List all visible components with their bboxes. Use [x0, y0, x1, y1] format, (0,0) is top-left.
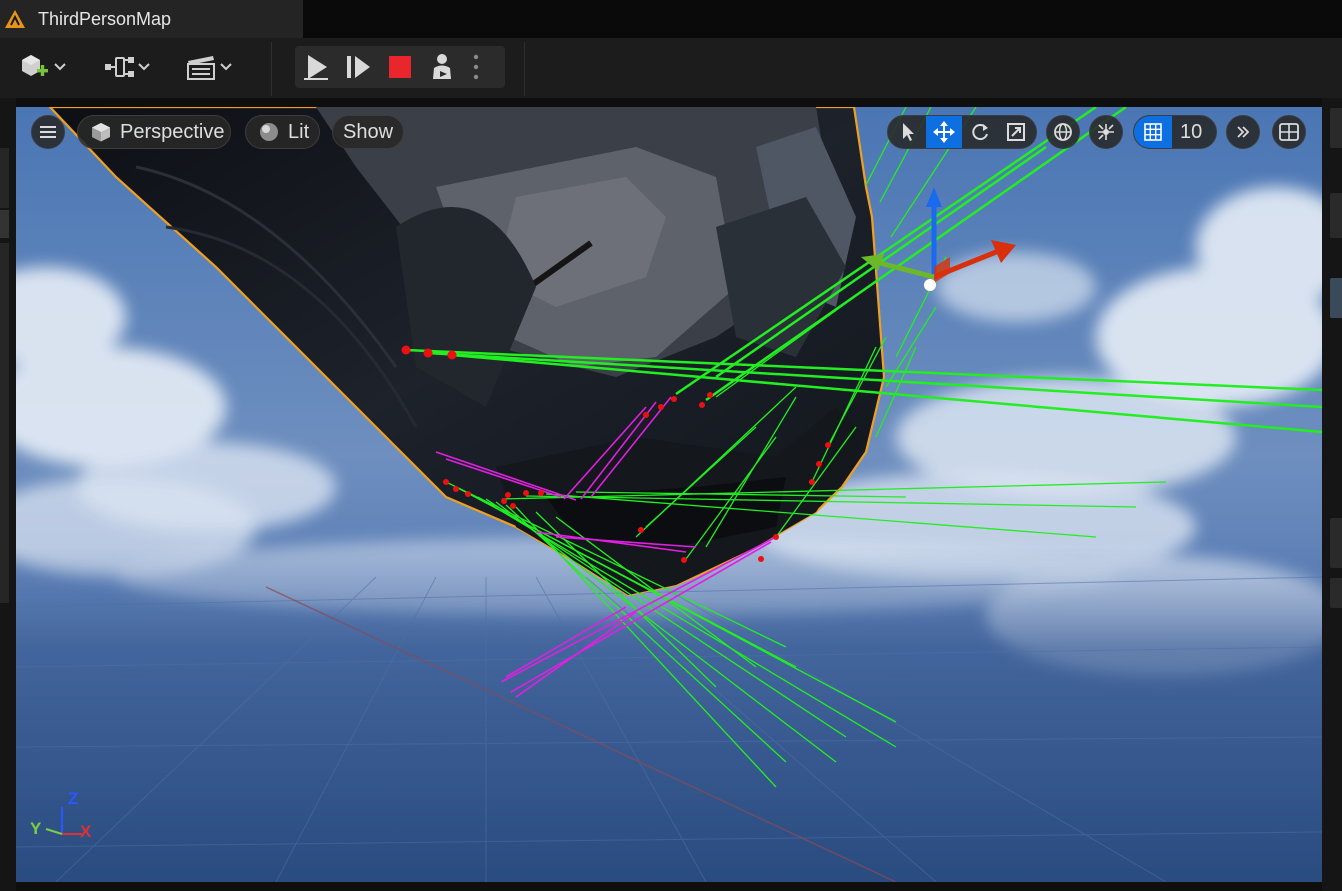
- collapse-arrow-icon[interactable]: [1330, 193, 1342, 238]
- viewport-layout-button[interactable]: [1272, 115, 1306, 149]
- viewport-scene[interactable]: [16, 107, 1322, 882]
- chevron-down-icon: [138, 63, 150, 71]
- stop-button[interactable]: [379, 46, 421, 88]
- blueprints-button[interactable]: [98, 46, 156, 88]
- step-frame-button[interactable]: [337, 46, 379, 88]
- show-flags-dropdown[interactable]: Show: [332, 115, 404, 149]
- stop-icon: [389, 56, 411, 78]
- select-tool-button[interactable]: [890, 116, 926, 148]
- lighting-mode-dropdown[interactable]: Lit: [245, 115, 320, 149]
- lighting-mode-label: Lit: [288, 120, 310, 143]
- panel-tab[interactable]: [1330, 518, 1342, 568]
- add-actor-icon: [22, 55, 48, 76]
- more-viewport-options-button[interactable]: [1226, 115, 1260, 149]
- translate-tool-button[interactable]: [926, 116, 962, 148]
- level-tab-title: ThirdPersonMap: [38, 8, 172, 29]
- viewport-menu-button[interactable]: [31, 115, 65, 149]
- panel-scrollbar[interactable]: [0, 210, 9, 238]
- chevron-down-icon: [220, 63, 232, 71]
- ground-plane: [16, 547, 1322, 882]
- cinematics-icon: [187, 56, 215, 80]
- add-actor-button[interactable]: [14, 46, 72, 88]
- scale-tool-button[interactable]: [998, 116, 1034, 148]
- view-mode-dropdown[interactable]: Perspective: [77, 115, 231, 149]
- level-viewport[interactable]: Z X Y Perspective Lit Show 10: [16, 107, 1322, 882]
- double-chevron-right-icon: [1237, 126, 1250, 138]
- scale-icon: [1007, 123, 1025, 141]
- chevron-down-icon: [54, 63, 66, 71]
- rotate-tool-button[interactable]: [962, 116, 998, 148]
- show-flags-label: Show: [342, 120, 394, 143]
- document-tab-strip: ThirdPersonMap: [0, 0, 1342, 38]
- more-options-button[interactable]: [463, 46, 489, 88]
- possess-eject-icon: [433, 54, 451, 79]
- grid-snap-toggle[interactable]: [1134, 116, 1172, 148]
- more-options-icon: [473, 54, 479, 80]
- cube-icon: [92, 123, 110, 142]
- axis-x-label: X: [80, 822, 92, 841]
- translate-icon: [933, 121, 955, 143]
- details-panel-tab[interactable]: [1330, 108, 1342, 148]
- level-tab[interactable]: ThirdPersonMap: [0, 0, 303, 38]
- select-icon: [903, 123, 914, 141]
- view-mode-label: Perspective: [120, 120, 225, 143]
- quick-add-group: [14, 46, 238, 88]
- cinematics-button[interactable]: [180, 46, 238, 88]
- main-toolbar: [0, 38, 1342, 98]
- collapse-arrow-icon[interactable]: [1330, 278, 1342, 318]
- transform-tools: [887, 115, 1037, 149]
- unreal-warning-icon: [5, 10, 25, 28]
- panel-strip: [0, 243, 9, 603]
- toolbar-separator: [524, 42, 525, 96]
- axis-y-label: Y: [30, 819, 42, 838]
- blueprint-icon: [105, 57, 134, 77]
- play-icon: [304, 55, 328, 80]
- grid-snap-value: 10: [1180, 120, 1203, 143]
- play-button[interactable]: [295, 46, 337, 88]
- rotate-icon: [972, 124, 988, 141]
- lit-sphere-icon: [260, 123, 278, 141]
- right-panel-edge: [1322, 98, 1342, 891]
- hamburger-icon: [40, 126, 56, 138]
- panel-strip: [0, 148, 9, 208]
- layout-grid-icon: [1279, 123, 1299, 141]
- pin-icon[interactable]: [1330, 578, 1342, 608]
- grid-snap-control[interactable]: 10: [1133, 115, 1217, 149]
- surface-snapping-button[interactable]: [1089, 115, 1123, 149]
- toolbar-separator: [271, 42, 272, 96]
- left-panel-edge: [0, 98, 16, 891]
- coordinate-system-button[interactable]: [1046, 115, 1080, 149]
- surface-snap-icon: [1098, 124, 1114, 140]
- step-frame-icon: [347, 56, 370, 78]
- axis-z-label: Z: [68, 789, 79, 808]
- grid-icon: [1144, 123, 1162, 141]
- globe-icon: [1054, 123, 1072, 141]
- play-controls: [295, 46, 505, 88]
- possess-eject-button[interactable]: [421, 46, 463, 88]
